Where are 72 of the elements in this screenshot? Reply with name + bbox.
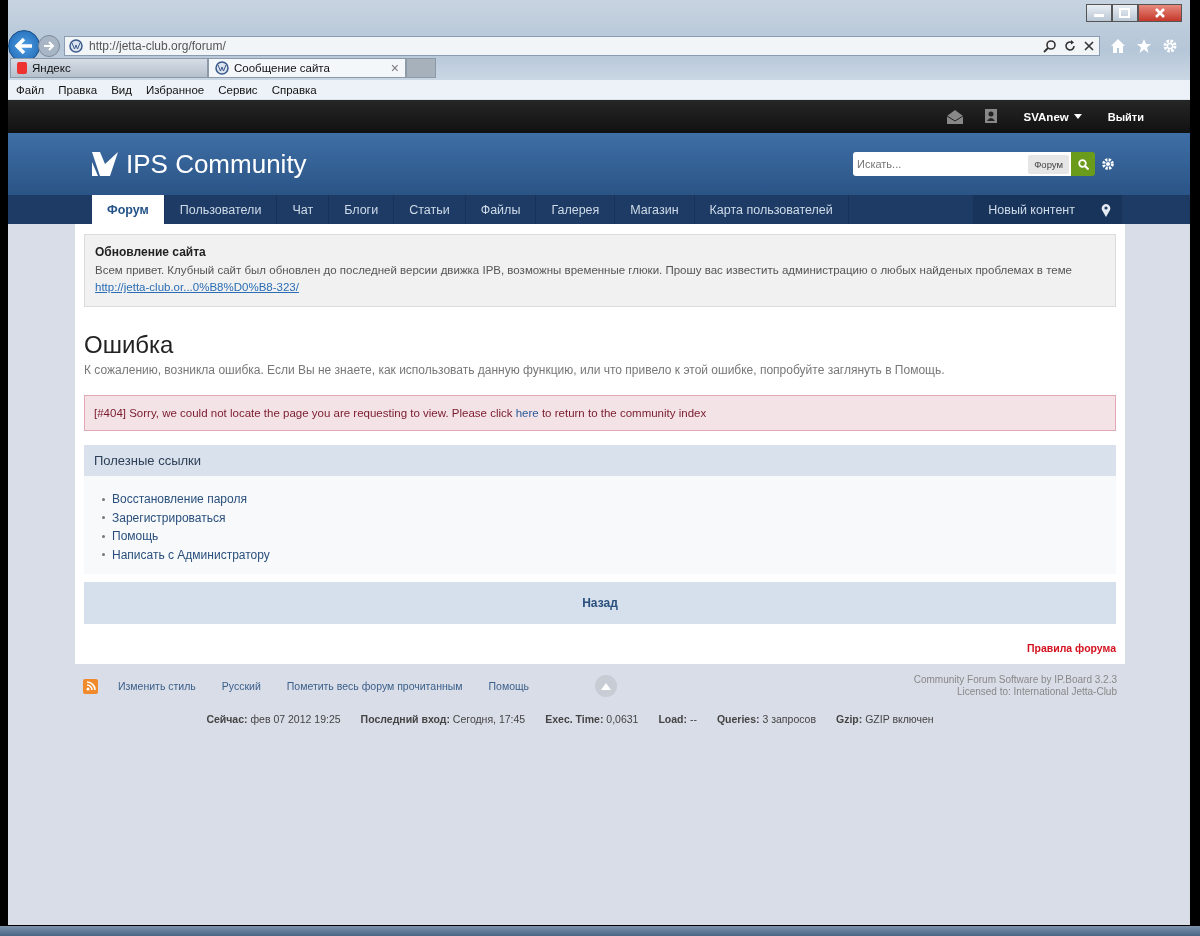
bullet-icon: [102, 534, 105, 538]
bullet-icon: [102, 553, 105, 557]
arrow-left-icon: [14, 37, 34, 55]
stat-text: Exec. Time: 0,0631: [545, 713, 639, 725]
menu-item[interactable]: Правка: [58, 83, 98, 96]
nav-tab[interactable]: Форум: [92, 195, 165, 224]
menu-item[interactable]: Избранное: [145, 83, 205, 96]
menu-item[interactable]: Вид: [111, 83, 132, 96]
star-icon[interactable]: [1136, 38, 1152, 54]
menu-item[interactable]: Справка: [271, 83, 317, 96]
contact-card-icon[interactable]: [983, 107, 998, 126]
section-header: Полезные ссылки: [84, 445, 1116, 476]
useful-link[interactable]: Написать с Администратору: [112, 547, 270, 562]
site-logo: IPS Community: [126, 148, 307, 180]
search-icon: [1077, 158, 1089, 170]
error-message: [#404] Sorry, we could not locate the page you are requesting to view. Please click here to return to the community index: [84, 395, 1116, 431]
back-button[interactable]: Назад: [84, 582, 1116, 624]
forward-button[interactable]: [38, 35, 60, 57]
footer-link[interactable]: Пометить весь форум прочитанным: [286, 680, 463, 692]
caret-icon: [1073, 114, 1082, 119]
error-title: Ошибка: [84, 331, 175, 359]
footer-link[interactable]: Изменить стиль: [118, 680, 196, 692]
search-scope-button[interactable]: Форум: [1028, 154, 1069, 174]
footer-link[interactable]: Русский: [221, 680, 261, 692]
tab-label: Яндекс: [32, 62, 72, 74]
arrow-right-icon: [43, 40, 55, 52]
map-pin-icon: [1101, 202, 1111, 217]
settings-icon[interactable]: [1101, 157, 1115, 171]
stat-text: Load: --: [658, 713, 697, 725]
stop-icon[interactable]: [1083, 40, 1095, 52]
useful-link[interactable]: Восстановление пароля: [112, 492, 247, 507]
browser-tab[interactable]: Яндекс: [10, 58, 208, 78]
logout-link[interactable]: Выйти: [1107, 110, 1144, 123]
menu-item[interactable]: Файл: [16, 83, 45, 96]
close-icon: [1154, 8, 1166, 18]
new-content-link[interactable]: Новый контент: [973, 195, 1091, 224]
here-link[interactable]: here: [515, 407, 539, 419]
tab-close-button[interactable]: ×: [390, 60, 399, 76]
forum-rules-link[interactable]: Правила форума: [1026, 642, 1116, 654]
maximize-button[interactable]: [1112, 4, 1138, 22]
notice-text: Всем привет. Клубный сайт был обновлен до последней версии движка IPB, возможны временные глюки. Прошу вас известить администрацию о любых найденых проблемах в теме http://jetta-club.or...0%B8%D0%B8-323/: [95, 263, 1073, 295]
search-icon[interactable]: [1043, 39, 1057, 53]
stat-text: Сейчас: фев 07 2012 19:25: [206, 713, 341, 725]
user-menu-button[interactable]: SVAnew: [1017, 109, 1088, 124]
footer-link[interactable]: Помощь: [488, 680, 530, 692]
notice-title: Обновление сайта: [95, 245, 207, 259]
credit-text: Licensed to: International Jetta-Club: [955, 686, 1117, 698]
close-button[interactable]: [1138, 4, 1182, 22]
error-description: К сожалению, возникла ошибка. Если Вы не знаете, как использовать данную функцию, или что привело к этой ошибке, попробуйте заглянуть в Помощь.: [84, 363, 946, 377]
menu-item[interactable]: Сервис: [218, 83, 258, 96]
envelope-icon[interactable]: [945, 108, 964, 125]
tab-label: Сообщение сайта: [234, 62, 331, 74]
credit-text: Community Forum Software by IP.Board 3.2.3: [913, 674, 1117, 686]
stat-text: Последний вход: Сегодня, 17:45: [360, 713, 526, 725]
refresh-icon[interactable]: [1063, 39, 1077, 53]
url-text: http://jetta-club.org/forum/: [89, 39, 227, 53]
useful-link[interactable]: Помощь: [112, 529, 159, 544]
bullet-icon: [102, 516, 105, 520]
minimize-button[interactable]: [1086, 4, 1112, 22]
stat-text: Gzip: GZIP включен: [836, 713, 934, 725]
bullet-icon: [102, 497, 105, 501]
useful-link[interactable]: Зарегистрироваться: [112, 510, 226, 525]
logo-icon: [92, 152, 118, 176]
map-pin-button[interactable]: [1091, 195, 1122, 224]
search-field[interactable]: Искать... Форум: [853, 152, 1071, 176]
search-button[interactable]: [1071, 152, 1095, 176]
browser-tab[interactable]: Сообщение сайта ×: [208, 58, 406, 78]
address-bar[interactable]: http://jetta-club.org/forum/: [64, 36, 1100, 56]
topic-link[interactable]: http://jetta-club.or...0%B8%D0%B8-323/: [95, 281, 299, 293]
stat-text: Queries: 3 запросов: [716, 713, 817, 725]
arrow-up-icon: [601, 682, 612, 690]
restore-icon: [1119, 8, 1131, 18]
